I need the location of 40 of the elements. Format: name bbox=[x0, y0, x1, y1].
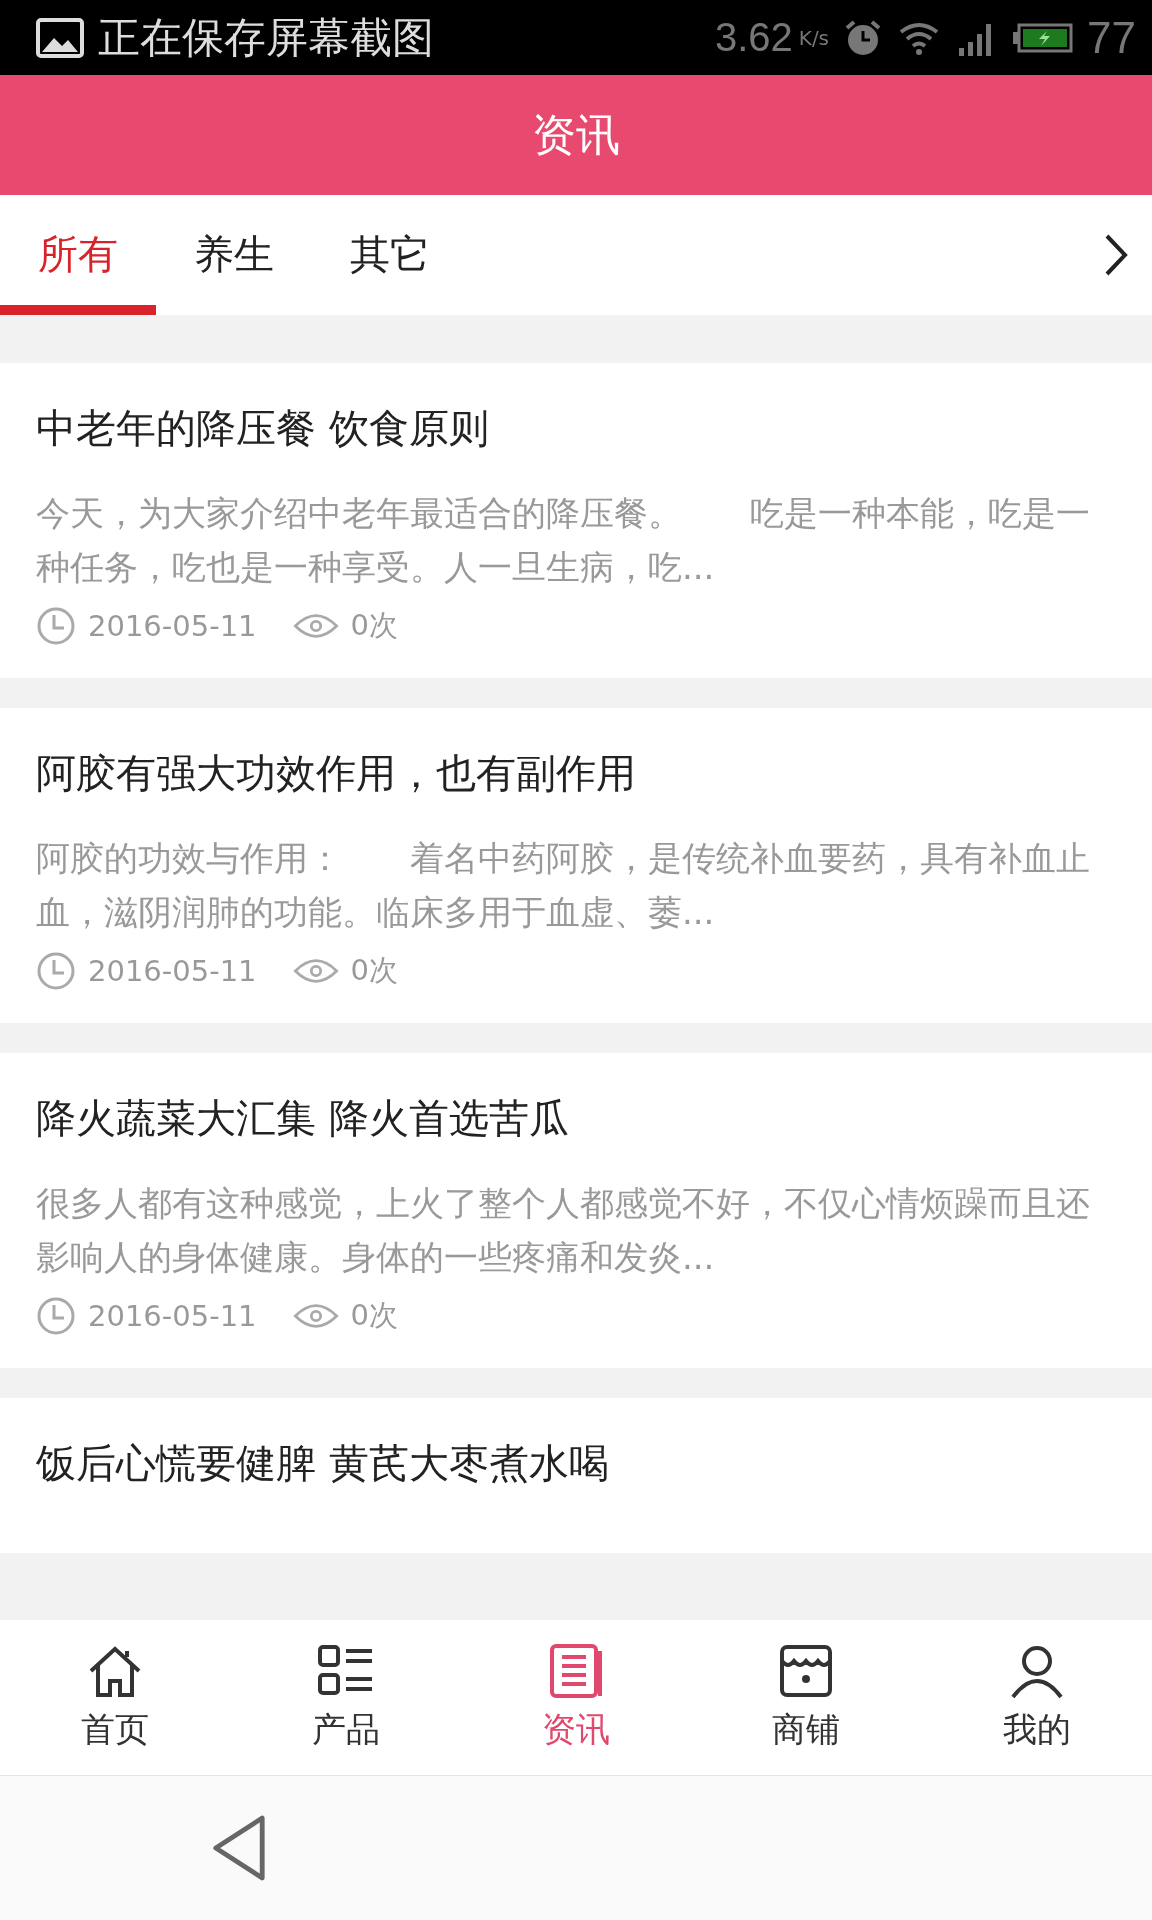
nav-tab[interactable]: 商铺 bbox=[691, 1620, 922, 1775]
eye-icon bbox=[292, 956, 339, 986]
article-title: 阿胶有强大功效作用，也有副作用 bbox=[36, 749, 637, 798]
nav-tab[interactable]: 产品 bbox=[230, 1620, 461, 1775]
clock-icon bbox=[36, 951, 76, 991]
clock-icon bbox=[36, 606, 76, 646]
article-summary: 阿胶的功效与作用： 着名中药阿胶，是传统补血要药，具有补血止血，滋阴润肺的功能。临床多用于血虚、萎... bbox=[36, 837, 1091, 934]
article-summary: 今天，为大家介绍中老年最适合的降压餐。 吃是一种本能，吃是一种任务，吃也是一种享受。人一旦生病，吃... bbox=[36, 492, 1091, 589]
chevron-right-icon[interactable] bbox=[1104, 233, 1128, 277]
article-title: 饭后心慌要健脾 黄芪大枣煮水喝 bbox=[36, 1439, 610, 1488]
nav-tab[interactable]: 首页 bbox=[0, 1620, 231, 1775]
article-card[interactable]: 中老年的降压餐 饮食原则 今天，为大家介绍中老年最适合的降压餐。 吃是一种本能，吃是一种任务，吃也是一种享受。人一旦生病，吃... 2016-05-11 0次 bbox=[0, 363, 1152, 678]
eye-icon bbox=[292, 611, 339, 641]
article-date: 2016-05-11 bbox=[88, 609, 257, 643]
view-count: 0次 bbox=[350, 607, 398, 644]
image-icon bbox=[36, 17, 84, 58]
article-summary: 很多人都有这种感觉，上火了整个人都感觉不好，不仅心情烦躁而且还影响人的身体健康。身体的一些疼痛和发炎... bbox=[36, 1182, 1091, 1279]
back-icon[interactable] bbox=[210, 1814, 268, 1882]
article-date: 2016-05-11 bbox=[88, 1299, 257, 1333]
eye-icon bbox=[292, 1301, 339, 1331]
battery-level: 77 bbox=[1087, 12, 1136, 63]
article-title: 中老年的降压餐 饮食原则 bbox=[36, 404, 490, 453]
article-card[interactable]: 降火蔬菜大汇集 降火首选苦瓜 很多人都有这种感觉，上火了整个人都感觉不好，不仅心情烦躁而且还影响人的身体健康。身体的一些疼痛和发炎... 2016-05-11 0次 bbox=[0, 1053, 1152, 1368]
article-date: 2016-05-11 bbox=[88, 954, 257, 988]
nav-tab[interactable]: 我的 bbox=[921, 1620, 1152, 1775]
network-speed: 3.62 bbox=[714, 15, 793, 60]
category-tab[interactable]: 其它 bbox=[312, 195, 468, 315]
view-count: 0次 bbox=[350, 1297, 398, 1334]
notification-text: 正在保存屏幕截图 bbox=[98, 11, 434, 64]
category-tab[interactable]: 所有 bbox=[0, 195, 156, 315]
nav-tab[interactable]: 资讯 bbox=[460, 1620, 692, 1775]
article-card[interactable]: 阿胶有强大功效作用，也有副作用 阿胶的功效与作用： 着名中药阿胶，是传统补血要药，具有补血止血，滋阴润肺的功能。临床多用于血虚、萎... 2016-05-11 0次 bbox=[0, 708, 1152, 1023]
battery-icon bbox=[1013, 21, 1074, 54]
category-tab[interactable]: 养生 bbox=[156, 195, 312, 315]
clock-icon bbox=[36, 1296, 76, 1336]
speed-unit: K/s bbox=[798, 25, 830, 50]
article-card[interactable]: 饭后心慌要健脾 黄芪大枣煮水喝 bbox=[0, 1398, 1152, 1553]
view-count: 0次 bbox=[350, 952, 398, 989]
article-title: 降火蔬菜大汇集 降火首选苦瓜 bbox=[36, 1094, 570, 1143]
page-title: 资讯 bbox=[532, 107, 620, 162]
